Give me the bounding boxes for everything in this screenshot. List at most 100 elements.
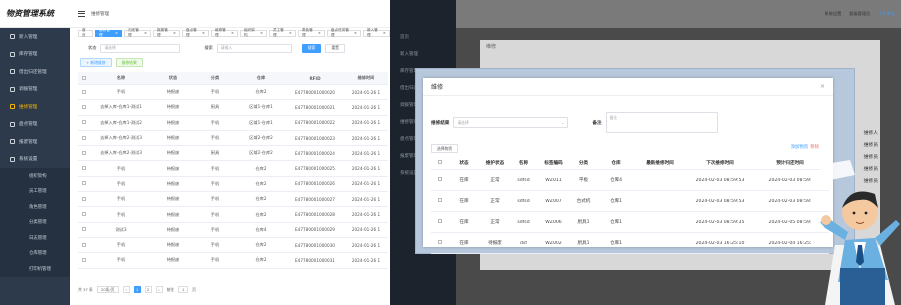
page-1[interactable]: 1: [133, 286, 141, 293]
sidebar-item[interactable]: 借出归还管理: [0, 63, 70, 81]
dialog-row-checkbox-cell[interactable]: [431, 219, 449, 225]
submenu-item[interactable]: 打印机管理: [0, 261, 70, 277]
hamburger-icon[interactable]: [78, 10, 85, 17]
row-checkbox[interactable]: [82, 212, 86, 217]
dialog-row-checkbox-cell[interactable]: [431, 198, 449, 204]
add-repair-button[interactable]: + 新增维修: [80, 58, 112, 67]
sidebar-item[interactable]: 盘点管理: [0, 116, 70, 134]
row-checkbox[interactable]: [82, 242, 86, 247]
tab-close-icon[interactable]: ×: [383, 31, 386, 35]
row-checkbox[interactable]: [82, 227, 86, 232]
submenu-item[interactable]: 仓库管理: [0, 245, 70, 261]
tab-close-icon[interactable]: ×: [354, 31, 357, 35]
tab-close-icon[interactable]: ×: [318, 31, 321, 35]
row-checkbox[interactable]: [82, 150, 86, 155]
table-row[interactable]: 去掉入库-仓库2-测试3 待报废 厨具 区域2-仓库2 E47780001000024 2…: [78, 146, 388, 162]
submenu-item[interactable]: 组织架构: [0, 168, 70, 184]
tab-close-icon[interactable]: ×: [115, 31, 118, 35]
page-2[interactable]: 2: [144, 286, 152, 293]
tab-item[interactable]: 角色管理 ×: [297, 28, 325, 37]
sidebar-item[interactable]: 维修管理: [0, 98, 70, 116]
sidebar-item[interactable]: 系统设置: [0, 151, 70, 169]
dialog-table-row[interactable]: 在库 正常 sdfsd WZ006 厨具1 仓库1 2024-02-03 08:59:35 2…: [431, 212, 829, 233]
add-material-link[interactable]: 添加物资: [791, 144, 809, 150]
row-checkbox-cell[interactable]: [78, 120, 90, 125]
tab-close-icon[interactable]: ×: [202, 31, 205, 35]
checkbox[interactable]: [82, 75, 86, 80]
submenu-item[interactable]: 角色管理: [0, 199, 70, 215]
close-icon[interactable]: ×: [820, 83, 825, 90]
row-checkbox-cell[interactable]: [78, 89, 90, 95]
row-checkbox[interactable]: [82, 104, 86, 109]
row-checkbox[interactable]: [438, 177, 442, 181]
submenu-item[interactable]: 日志管理: [0, 230, 70, 246]
tab-close-icon[interactable]: ×: [289, 31, 292, 35]
tab-item[interactable]: 盘点管理 ×: [182, 28, 209, 37]
top-right-item-settings[interactable]: 系统设置: [825, 11, 842, 17]
next-page-button[interactable]: ›: [155, 286, 163, 293]
prev-page-button[interactable]: ‹: [122, 286, 130, 293]
search-input[interactable]: 请输入: [216, 43, 292, 53]
row-checkbox-cell[interactable]: [78, 181, 90, 186]
dialog-table-row[interactable]: 在库 待报废 dsf WZ002 厨具1 仓库1 2024-02-03 16:25:10 20…: [431, 233, 829, 254]
tab-item[interactable]: 报废管理 ×: [153, 28, 180, 37]
table-row[interactable]: 手机 待报废 手机 仓库2 E47780001000028 2024-01-26 1: [78, 207, 388, 223]
row-checkbox-cell[interactable]: [78, 150, 90, 156]
table-row[interactable]: 去掉入库-仓库2-测试3 待报废 手机 区域2-仓库2 E47780001000023 2…: [78, 131, 388, 147]
tab-item[interactable]: 首页: [78, 28, 94, 37]
row-checkbox-cell[interactable]: [78, 227, 90, 232]
sidebar-item[interactable]: 调拨管理: [0, 81, 70, 99]
table-row[interactable]: 手机 待报废 手机 仓库2 E47780001000020 2024-01-26 1: [78, 85, 388, 101]
sidebar-item[interactable]: 报废管理: [0, 133, 70, 151]
reset-button[interactable]: 重置: [325, 43, 345, 53]
row-checkbox-cell[interactable]: [78, 196, 90, 202]
dialog-row-checkbox-cell[interactable]: [431, 177, 449, 183]
table-row[interactable]: 测试3 待报废 手机 仓库4 E47780001000029 2024-01-26 1: [78, 223, 388, 238]
tab-close-icon[interactable]: ×: [173, 31, 176, 35]
row-checkbox[interactable]: [82, 120, 86, 125]
search-button[interactable]: 搜索: [301, 43, 322, 53]
table-row[interactable]: 去掉入库-仓库1-测试1 待报废 厨具 区域1-仓库1 E47780001000021 2…: [78, 100, 388, 116]
table-row[interactable]: 手机 待报废 手机 仓库2 E47780001000025 2024-01-26 1: [78, 161, 388, 177]
top-right-item-profile[interactable]: 个人中心: [878, 11, 895, 17]
tab-item[interactable]: 员工管理 ×: [268, 28, 296, 37]
row-checkbox[interactable]: [438, 198, 442, 202]
table-row[interactable]: 手机 待报废 手机 仓库2 E47780001000030 2024-01-26 1: [78, 238, 388, 254]
table-row[interactable]: 手机 待报废 手机 仓库2 E47780001000031 2024-01-26 1: [78, 253, 388, 269]
remark-textarea[interactable]: 备注: [605, 112, 718, 133]
row-checkbox[interactable]: [82, 89, 86, 94]
dialog-table-row[interactable]: 在库 正常 sdfsd WZ011 平板 仓库4 2024-02-03 08:59:53 20…: [431, 170, 829, 191]
status-select[interactable]: 请选择: [100, 43, 181, 53]
row-checkbox[interactable]: [438, 240, 442, 244]
table-row[interactable]: 手机 待报废 手机 仓库2 E47780001000027 2024-01-26 1: [78, 192, 388, 208]
page-size-select[interactable]: 20条/页: [96, 286, 119, 293]
row-checkbox[interactable]: [82, 257, 86, 262]
dialog-table-row[interactable]: 在库 正常 sdfsd WZ007 台式机 仓库1 2024-02-03 08:59:53 2…: [431, 191, 829, 212]
row-checkbox-cell[interactable]: [78, 135, 90, 141]
sidebar-item[interactable]: 新入管理: [0, 28, 70, 46]
submenu-item[interactable]: 分类管理: [0, 214, 70, 230]
row-checkbox-cell[interactable]: [78, 257, 90, 263]
tab-item[interactable]: 组织架构 ×: [239, 28, 267, 37]
table-row[interactable]: 去掉入库-仓库1-测试2 待报废 手机 区域1-仓库1 E47780001000022 2…: [78, 116, 388, 131]
tab-item[interactable]: 维修管理 ×: [210, 28, 238, 37]
row-checkbox-cell[interactable]: [78, 166, 90, 171]
result-select[interactable]: 请选择 ⌄: [453, 117, 569, 128]
dialog-select-all-checkbox[interactable]: [431, 159, 449, 166]
row-checkbox-cell[interactable]: [78, 104, 90, 110]
submenu-item[interactable]: 员工管理: [0, 183, 70, 199]
remove-link[interactable]: 移除: [810, 144, 819, 150]
table-row[interactable]: 手机 待报废 手机 仓库2 E47780001000026 2024-01-26 1: [78, 177, 388, 193]
dialog-row-checkbox-cell[interactable]: [431, 240, 449, 246]
tab-item[interactable]: 新入管理 ×: [362, 28, 390, 37]
row-checkbox[interactable]: [438, 219, 442, 223]
row-checkbox-cell[interactable]: [78, 212, 90, 217]
checkbox[interactable]: [438, 159, 442, 164]
top-right-item-admin[interactable]: 超级管理员: [849, 11, 870, 17]
row-checkbox[interactable]: [82, 196, 86, 201]
tab-close-icon[interactable]: ×: [231, 31, 234, 35]
sidebar-item[interactable]: 库存管理: [0, 46, 70, 64]
repair-result-button[interactable]: 维修结果: [115, 58, 143, 67]
select-all-checkbox[interactable]: [78, 75, 90, 81]
row-checkbox[interactable]: [82, 135, 86, 140]
